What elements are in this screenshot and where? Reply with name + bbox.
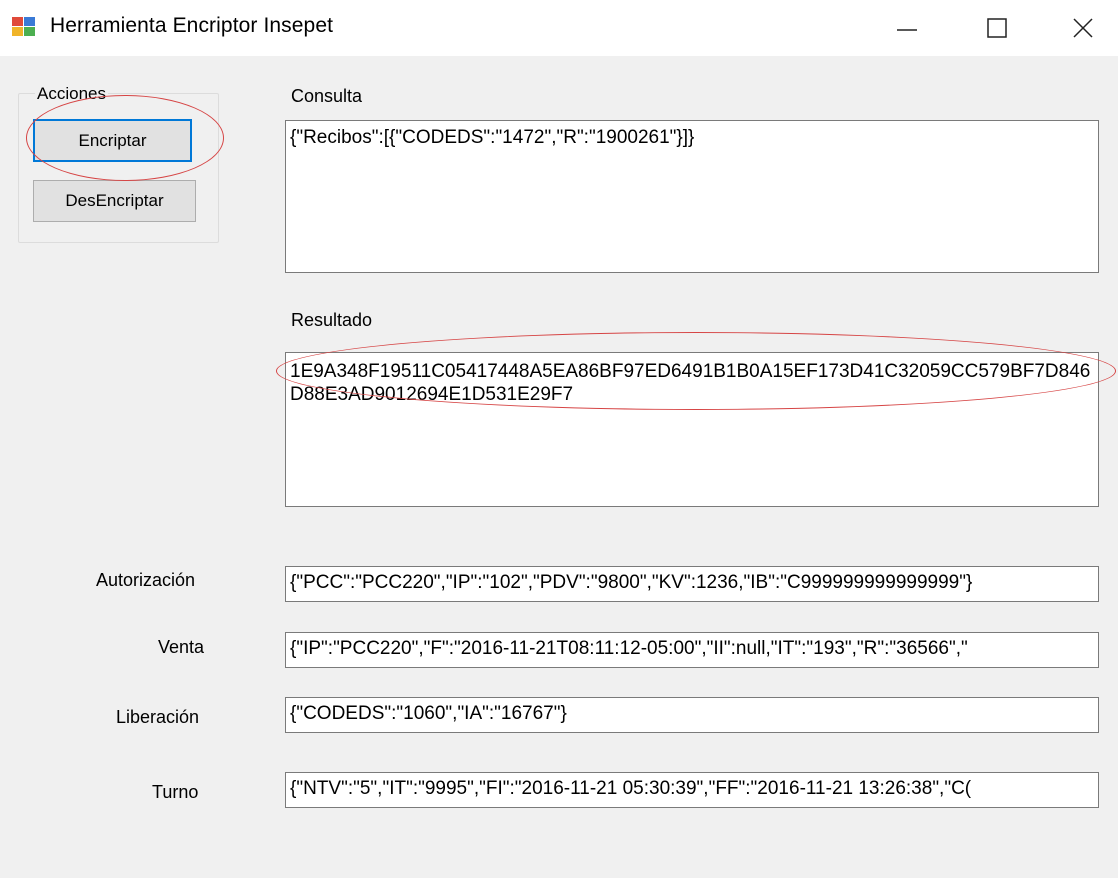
resultado-textarea[interactable]: 1E9A348F19511C05417448A5EA86BF97ED6491B1… [285, 352, 1099, 507]
autorizacion-label: Autorización [96, 570, 196, 590]
encrypt-button-label: Encriptar [78, 130, 147, 150]
consulta-textarea[interactable]: {"Recibos":[{"CODEDS":"1472","R":"190026… [285, 120, 1099, 273]
window-title: Herramienta Encriptor Insepet [50, 14, 334, 37]
turno-label: Turno [152, 782, 199, 802]
decrypt-button-label: DesEncriptar [65, 191, 164, 210]
encrypt-button[interactable]: Encriptar [33, 119, 192, 162]
autorizacion-field[interactable]: {"PCC":"PCC220","IP":"102","PDV":"9800",… [285, 566, 1099, 602]
close-icon [1073, 18, 1093, 38]
maximize-icon [987, 18, 1007, 38]
liberacion-field[interactable]: {"CODEDS":"1060","IA":"16767"} [285, 697, 1099, 733]
resultado-label: Resultado [291, 310, 373, 330]
maximize-button[interactable] [962, 0, 1032, 56]
venta-field[interactable]: {"IP":"PCC220","F":"2016-11-21T08:11:12-… [285, 632, 1099, 668]
acciones-group-label: Acciones [35, 84, 108, 104]
minimize-icon [897, 29, 917, 31]
minimize-button[interactable] [872, 0, 942, 56]
consulta-label: Consulta [291, 86, 363, 106]
app-window-icon [12, 17, 35, 36]
close-button[interactable] [1048, 0, 1118, 56]
title-bar: Herramienta Encriptor Insepet [0, 0, 1118, 56]
turno-field[interactable]: {"NTV":"5","IT":"9995","FI":"2016-11-21 … [285, 772, 1099, 808]
decrypt-button[interactable]: DesEncriptar [33, 180, 196, 222]
liberacion-label: Liberación [116, 707, 200, 727]
venta-label: Venta [158, 637, 205, 657]
